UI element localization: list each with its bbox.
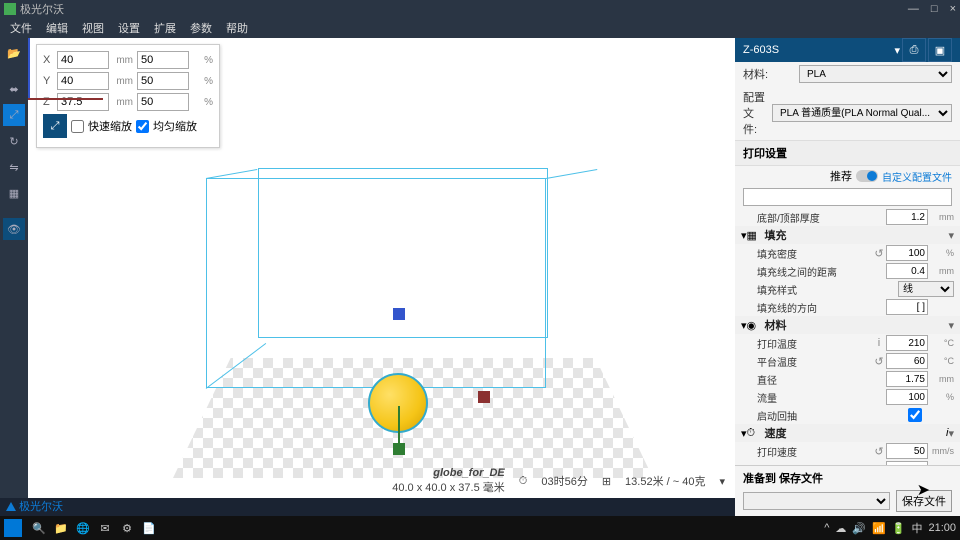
chevron-down-icon[interactable]: ▾: [719, 475, 725, 488]
material-label: 材料:: [743, 66, 793, 82]
save-target-select[interactable]: [743, 492, 890, 510]
scene: [28, 38, 735, 498]
rotate-icon[interactable]: ↻: [3, 130, 25, 152]
weight-icon: ⊞: [602, 475, 611, 488]
printer-name[interactable]: Z-603S: [743, 44, 894, 56]
bed-temp-input[interactable]: [886, 353, 928, 369]
right-panel: Z-603S ▾ ⎙ ▣ 材料: PLA 配置文件: PLA 普通质量(PLA …: [735, 38, 960, 498]
menu-help[interactable]: 帮助: [220, 18, 254, 38]
axis-z[interactable]: [398, 406, 400, 448]
profile-label: 配置文件:: [743, 89, 766, 137]
settings-search-input[interactable]: [743, 188, 952, 206]
recommend-label: 推荐: [830, 168, 852, 184]
infill-dir-input[interactable]: [886, 299, 928, 315]
scale-icon[interactable]: ⤢: [3, 104, 25, 126]
tb-explorer-icon[interactable]: 📁: [50, 522, 72, 535]
save-panel: 准备到 保存文件 保存文件: [735, 465, 960, 516]
printer-icon[interactable]: ⎙: [902, 38, 926, 62]
axis-y[interactable]: [28, 38, 30, 98]
print-temp-input[interactable]: [886, 335, 928, 351]
filament-usage: 13.52米 / ~ 40克: [625, 473, 705, 489]
model-dims: 40.0 x 40.0 x 37.5 毫米: [392, 479, 505, 495]
save-button[interactable]: 保存文件: [896, 490, 952, 512]
category-speed[interactable]: ▾⏱ 速度 i▾: [735, 424, 960, 442]
logo-icon: [6, 502, 16, 511]
tray-network-icon[interactable]: 📶: [872, 522, 886, 535]
retract-checkbox[interactable]: [908, 408, 922, 422]
category-material[interactable]: ▾◉ 材料▾: [735, 316, 960, 334]
diameter-input[interactable]: [886, 371, 928, 387]
menu-settings[interactable]: 设置: [112, 18, 146, 38]
axis-y-handle[interactable]: [393, 308, 405, 320]
info-icon[interactable]: i: [872, 337, 886, 349]
maximize-button[interactable]: □: [931, 3, 938, 15]
print-settings-title: 打印设置: [735, 140, 960, 166]
start-button[interactable]: [4, 519, 22, 537]
flow-input[interactable]: [886, 389, 928, 405]
model-name: globe_for_DE: [392, 467, 505, 479]
axis-x-handle[interactable]: [478, 391, 490, 403]
tb-browser-icon[interactable]: 🌐: [72, 522, 94, 535]
monitor-icon[interactable]: ▣: [928, 38, 952, 62]
tray-battery-icon[interactable]: 🔋: [892, 522, 906, 535]
minimize-button[interactable]: —: [908, 3, 919, 15]
printer-header: Z-603S ▾ ⎙ ▣: [735, 38, 960, 62]
left-toolbar: 📂 ⬌ ⤢ ↻ ⇋ ▦ 👁: [0, 38, 28, 498]
tb-app-icon[interactable]: 📄: [138, 522, 160, 535]
app-title: 极光尔沃: [20, 1, 908, 17]
tray-volume-icon[interactable]: 🔊: [852, 522, 866, 535]
footer-logo: 极光尔沃: [6, 498, 63, 514]
open-icon[interactable]: 📂: [3, 42, 25, 64]
app-icon: [4, 3, 16, 15]
save-title: 准备到 保存文件: [743, 470, 952, 486]
profile-select[interactable]: PLA 普通质量(PLA Normal Qual...: [772, 104, 952, 122]
axis-x[interactable]: [28, 98, 103, 100]
print-speed-input[interactable]: [886, 443, 928, 459]
custom-profile-link[interactable]: 自定义配置文件: [882, 169, 952, 184]
taskbar: 🔍 📁 🌐 ✉ ⚙ 📄 ^ ☁ 🔊 📶 🔋 中 21:00: [0, 516, 960, 540]
axis-z-handle[interactable]: [393, 443, 405, 455]
recommend-toggle[interactable]: [856, 170, 878, 182]
tray-up-icon[interactable]: ^: [824, 522, 829, 534]
mesh-icon[interactable]: ▦: [3, 182, 25, 204]
tb-search-icon[interactable]: 🔍: [28, 522, 50, 535]
menu-view[interactable]: 视图: [76, 18, 110, 38]
close-button[interactable]: ×: [950, 3, 956, 15]
viewport-3d[interactable]: X mm % Y mm % Z mm % ⤢: [28, 38, 735, 498]
mirror-icon[interactable]: ⇋: [3, 156, 25, 178]
titlebar: 极光尔沃 — □ ×: [0, 0, 960, 18]
menu-extensions[interactable]: 扩展: [148, 18, 182, 38]
material-select[interactable]: PLA: [799, 65, 952, 83]
menu-params[interactable]: 参数: [184, 18, 218, 38]
menu-edit[interactable]: 编辑: [40, 18, 74, 38]
menubar: 文件 编辑 视图 设置 扩展 参数 帮助: [0, 18, 960, 38]
time-icon: ⏱: [519, 475, 528, 488]
wall-value[interactable]: [886, 209, 928, 225]
reset-icon[interactable]: ↺: [872, 247, 886, 260]
system-tray: ^ ☁ 🔊 📶 🔋 中 21:00: [824, 520, 956, 536]
tray-ime-icon[interactable]: 中: [911, 520, 922, 536]
eye-icon[interactable]: 👁: [3, 218, 25, 240]
infill-pattern-select[interactable]: 线: [898, 281, 954, 297]
tray-cloud-icon[interactable]: ☁: [835, 522, 846, 535]
print-time: 03时56分: [541, 473, 587, 489]
wall-label: 底部/顶部厚度: [741, 210, 886, 225]
tb-settings-icon[interactable]: ⚙: [116, 522, 138, 535]
infill-density-input[interactable]: [886, 245, 928, 261]
clock[interactable]: 21:00: [928, 522, 956, 534]
infill-dist-input[interactable]: [886, 263, 928, 279]
menu-file[interactable]: 文件: [4, 18, 38, 38]
tb-mail-icon[interactable]: ✉: [94, 522, 116, 535]
category-infill[interactable]: ▾▦ 填充 ▾: [735, 226, 960, 244]
move-icon[interactable]: ⬌: [3, 78, 25, 100]
bottom-info-bar: globe_for_DE 40.0 x 40.0 x 37.5 毫米 ⏱ 03时…: [28, 468, 735, 494]
